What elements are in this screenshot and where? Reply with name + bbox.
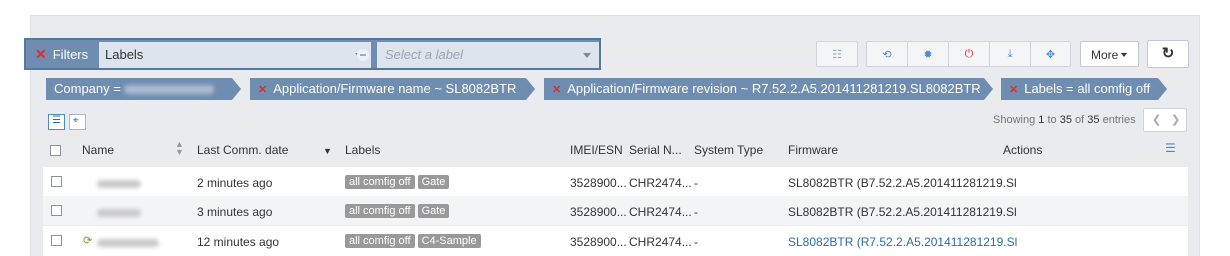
list-icon[interactable]: ☷ — [817, 42, 857, 66]
filter-bar: ✕ Filters Labels Select a label — [24, 38, 601, 70]
list-view-icon: ☰ — [52, 115, 61, 126]
sort-desc-icon[interactable]: ▼ — [323, 146, 332, 156]
chevron-down-icon — [583, 53, 591, 58]
row-serial: CHR2474... — [629, 205, 692, 219]
row-serial: CHR2474... — [629, 176, 692, 190]
label-badge: all comfig off — [345, 234, 415, 248]
toolbar-group-list: ☷ — [816, 41, 858, 67]
pagination-info: Showing 1 to 35 of 35 entries — [993, 114, 1136, 126]
row-name-redacted — [97, 205, 141, 219]
row-last-comm: 2 minutes ago — [197, 176, 273, 190]
row-system-type: - — [694, 235, 698, 249]
refresh-icon: ↻ — [1161, 45, 1175, 62]
label-badge: Gate — [417, 204, 450, 218]
column-header-imei[interactable]: IMEI/ESN — [570, 143, 623, 157]
column-header-labels[interactable]: Labels — [345, 143, 380, 157]
row-firmware-link[interactable]: SL8082BTR (R7.52.2.A5.201411281219.Sl — [788, 235, 1017, 249]
row-imei: 3528900... — [570, 176, 627, 190]
filter-chip-firmware-revision[interactable]: ✕ Application/Firmware revision ~ R7.52.2… — [544, 78, 993, 100]
row-name-redacted — [97, 176, 141, 190]
filter-value-select[interactable]: Select a label — [377, 42, 599, 68]
column-header-system-type[interactable]: System Type — [694, 143, 763, 157]
row-last-comm: 12 minutes ago — [197, 235, 280, 249]
column-header-last-comm[interactable]: Last Comm. date — [197, 143, 288, 157]
row-labels: all comfig off Gate — [345, 203, 452, 218]
target-icon[interactable]: ✥ — [1031, 42, 1070, 66]
chevron-left-icon[interactable]: ❮ — [1152, 113, 1161, 126]
more-button[interactable]: More — [1080, 41, 1139, 67]
row-last-comm: 3 minutes ago — [197, 205, 273, 219]
row-checkbox[interactable] — [51, 235, 62, 246]
filter-chip-label: Company = — [54, 81, 125, 96]
label-badge: all comfig off — [345, 175, 415, 189]
filter-chip-label: Application/Firmware revision ~ R7.52.2.… — [567, 81, 981, 96]
toolbar-group-actions: ⟲ ✹ ⏻ ⤓ ✥ — [866, 41, 1071, 67]
column-header-serial[interactable]: Serial N... — [629, 143, 682, 157]
row-imei: 3528900... — [570, 205, 627, 219]
filters-title: Filters — [52, 46, 89, 62]
row-system-type: - — [694, 176, 698, 190]
more-label: More — [1091, 48, 1119, 62]
select-all-checkbox[interactable] — [50, 145, 61, 156]
remove-filter-icon[interactable]: ✕ — [258, 84, 267, 96]
clear-filters-icon[interactable]: ✕ — [35, 47, 47, 61]
row-checkbox[interactable] — [51, 176, 62, 187]
filter-field-select[interactable]: Labels — [99, 42, 371, 68]
column-header-firmware[interactable]: Firmware — [788, 143, 838, 157]
label-badge: Gate — [417, 175, 450, 189]
settings-icon[interactable]: ✹ — [908, 42, 948, 66]
remove-filter-icon[interactable]: ✕ — [552, 84, 561, 96]
list-view-button[interactable]: ☰ — [48, 114, 65, 130]
remove-filter-icon[interactable]: ✕ — [1009, 84, 1018, 96]
refresh-button[interactable]: ↻ — [1147, 40, 1189, 68]
pager: ❮ ❯ — [1143, 108, 1187, 132]
map-view-button[interactable]: ⌖ — [69, 114, 86, 130]
row-name-redacted — [97, 235, 159, 249]
sync-icon[interactable]: ⟲ — [867, 42, 907, 66]
column-header-name[interactable]: Name — [82, 143, 114, 157]
row-labels: all comfig off Gate — [345, 174, 452, 189]
status-ok-icon: ⟳ — [83, 235, 93, 247]
redacted-company — [124, 85, 215, 95]
table-row[interactable]: 3 minutes ago all comfig off Gate 3528900… — [43, 196, 1188, 225]
filter-chip-company[interactable]: Company = — [46, 78, 241, 100]
caret-down-icon — [1121, 53, 1127, 57]
column-settings-icon[interactable]: ☰ — [1165, 141, 1176, 155]
chevron-right-icon[interactable]: ❯ — [1171, 113, 1180, 126]
table-row[interactable]: ⟳ 12 minutes ago all comfig off C4-Sample… — [43, 226, 1188, 256]
download-icon[interactable]: ⤓ — [990, 42, 1030, 66]
row-serial: CHR2474... — [629, 235, 692, 249]
filter-value-placeholder: Select a label — [385, 47, 464, 62]
row-checkbox[interactable] — [51, 205, 62, 216]
filter-chip-label: Application/Firmware name ~ SL8082BTR — [273, 81, 517, 96]
row-firmware: SL8082BTR (B7.52.2.A5.201411281219.Sl — [788, 205, 1017, 219]
filter-field-value: Labels — [105, 47, 144, 62]
label-badge: all comfig off — [345, 204, 415, 218]
power-icon[interactable]: ⏻ — [949, 42, 989, 66]
table-row[interactable]: 2 minutes ago all comfig off Gate 3528900… — [43, 167, 1188, 196]
filter-chip-labels[interactable]: ✕ Labels = all comfig off — [1001, 78, 1167, 100]
map-view-icon: ⌖ — [73, 115, 79, 126]
row-imei: 3528900... — [570, 235, 627, 249]
filter-chip-label: Labels = all comfig off — [1024, 81, 1151, 96]
row-labels: all comfig off C4-Sample — [345, 233, 484, 248]
filter-chip-firmware-name[interactable]: ✕ Application/Firmware name ~ SL8082BTR — [250, 78, 535, 100]
row-system-type: - — [694, 205, 698, 219]
column-header-actions: Actions — [1003, 143, 1043, 157]
equals-icon — [357, 49, 369, 61]
sort-icon[interactable]: ▲ ▼ — [175, 140, 184, 157]
row-firmware: SL8082BTR (B7.52.2.A5.201411281219.Sl — [788, 176, 1017, 190]
label-badge: C4-Sample — [417, 234, 481, 248]
